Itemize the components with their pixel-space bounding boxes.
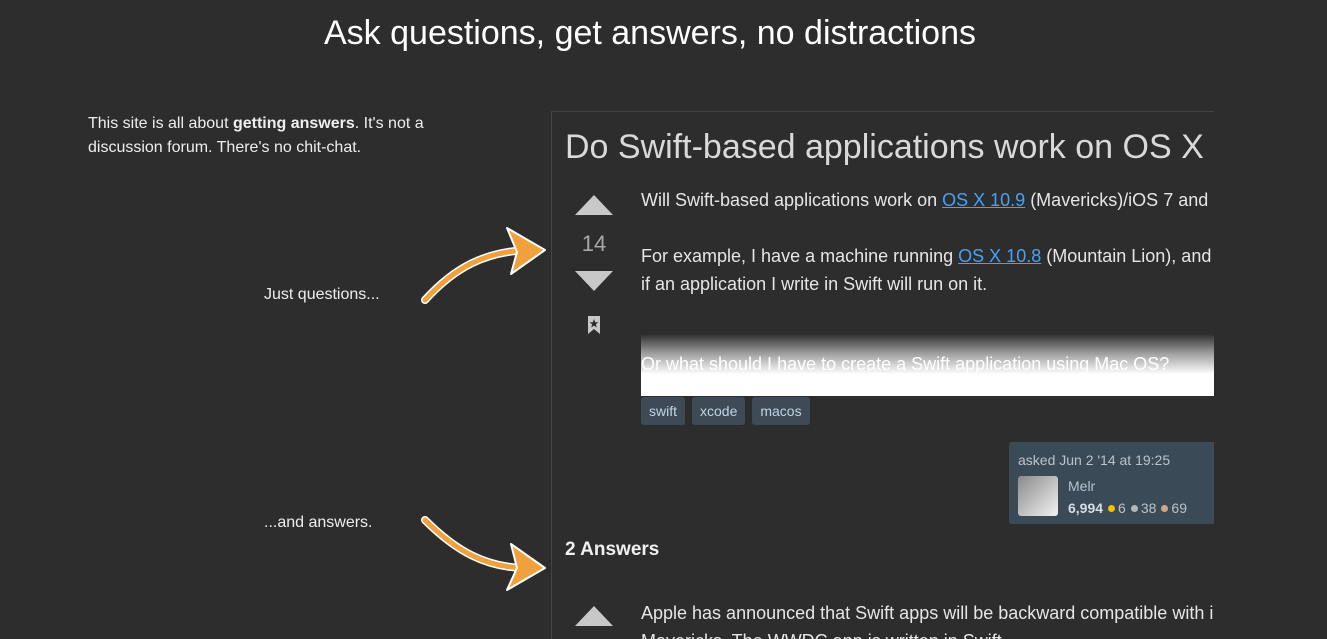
vote-up-icon[interactable] [575, 195, 613, 215]
gold-badge-count: 6 [1118, 500, 1126, 516]
callout-answers: ...and answers. [264, 514, 373, 531]
avatar[interactable] [1018, 476, 1058, 516]
bronze-badge-count: 69 [1171, 500, 1187, 516]
question-text: Will Swift-based applications work on [641, 190, 943, 210]
os-x-10-9-link[interactable]: OS X 10.9 [942, 190, 1025, 210]
page-headline: Ask questions, get answers, no distracti… [324, 14, 976, 52]
arrow-icon [421, 227, 546, 304]
tag-list: swift xcode macos [641, 397, 810, 425]
question-paragraph: Will Swift-based applications work on OS… [641, 186, 1214, 214]
silver-badge-count: 38 [1140, 500, 1157, 516]
question-paragraph: For example, I have a machine running OS… [641, 242, 1214, 298]
gold-badge-icon [1108, 505, 1116, 512]
os-x-10-8-link[interactable]: OS X 10.8 [958, 246, 1041, 266]
tag-swift[interactable]: swift [641, 397, 685, 425]
answer-vote-cell [572, 606, 616, 626]
question-text: (Mavericks)/iOS 7 and lower? [1030, 190, 1214, 210]
vote-up-icon[interactable] [575, 606, 613, 626]
tag-macos[interactable]: macos [752, 397, 810, 425]
question-text: For example, I have a machine running [641, 246, 959, 266]
question-preview: Do Swift-based applications work on OS X… [551, 111, 1214, 639]
silver-badge-icon [1130, 505, 1138, 512]
vote-score: 14 [581, 231, 607, 256]
intro-text-bold: getting answers [232, 115, 355, 132]
vote-down-icon[interactable] [575, 271, 613, 291]
answer-body: Apple has announced that Swift apps will… [641, 603, 1214, 639]
intro-text: This site is all about getting answers. … [88, 112, 488, 160]
tag-xcode[interactable]: xcode [692, 397, 746, 425]
intro-text-start: This site is all about [88, 115, 233, 132]
user-name[interactable]: Melr [1068, 478, 1095, 494]
question-vote-cell: 14 [572, 195, 616, 340]
asked-timestamp: asked Jun 2 '14 at 19:25 [1018, 452, 1171, 468]
reputation-score: 6,994 [1068, 500, 1104, 516]
question-title[interactable]: Do Swift-based applications work on OS X… [565, 128, 1214, 167]
asker-card: asked Jun 2 '14 at 19:25 Melr 6,994 6 38 69 [1009, 442, 1214, 524]
user-reputation: 6,994 6 38 69 [1068, 500, 1187, 516]
bookmark-icon[interactable] [587, 315, 601, 335]
question-body: Will Swift-based applications work on OS… [641, 186, 1214, 326]
question-paragraph-highlighted: Or what should I have to create a Swift … [641, 354, 1170, 374]
answers-heading: 2 Answers [565, 539, 660, 560]
arrow-icon [421, 516, 546, 591]
bronze-badge-icon [1161, 505, 1169, 512]
callout-questions: Just questions... [264, 286, 380, 303]
